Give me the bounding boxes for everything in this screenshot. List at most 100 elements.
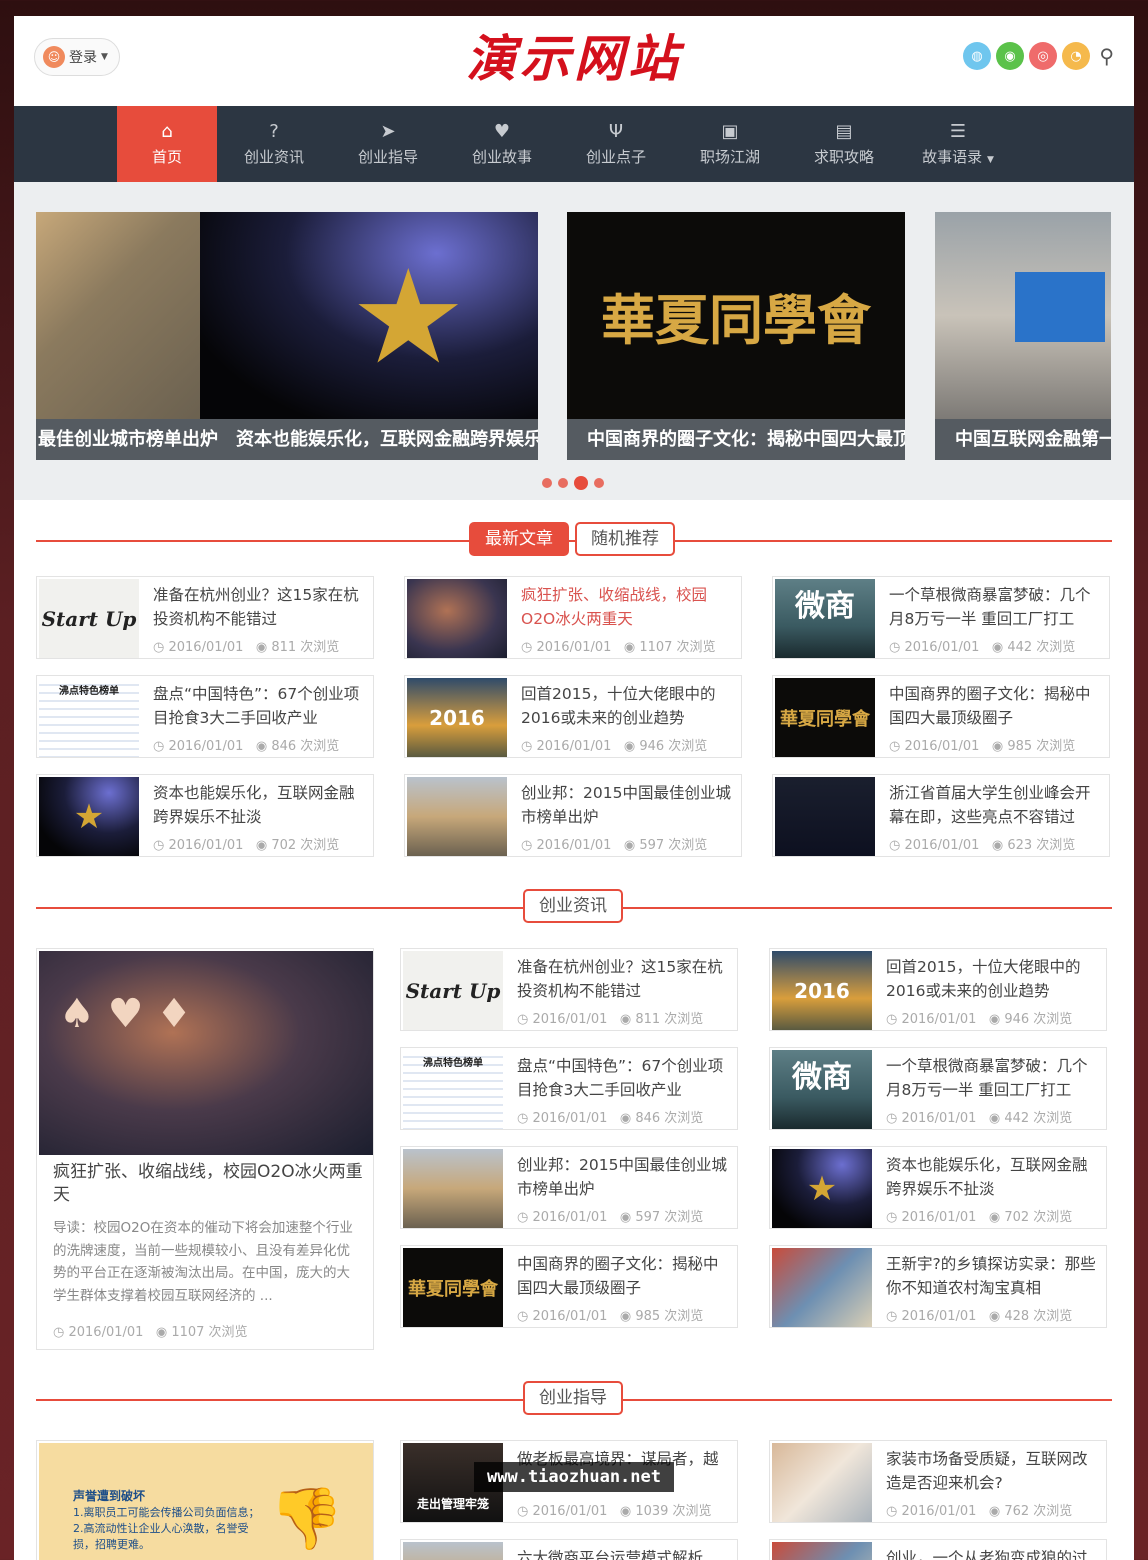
article-card[interactable]: 王新宇?的乡镇探访实录：那些你不知道农村淘宝真相 ◷ 2016/01/01 ◉ 4… <box>769 1245 1107 1328</box>
tab-guide[interactable]: 创业指导 <box>523 1381 623 1415</box>
cup-icon: ▣ <box>721 120 739 142</box>
article-thumb[interactable]: 華夏同學會 <box>403 1248 503 1327</box>
article-card[interactable]: 2016 回首2015，十位大佬眼中的2016或未来的创业趋势 ◷ 2016/01/… <box>769 948 1107 1031</box>
article-card[interactable]: 微商 一个草根微商暴富梦破：几个月8万亏一半 重回工厂打工 ◷ 2016/01/01… <box>769 1047 1107 1130</box>
article-meta: ◷ 2016/01/01 ◉ 1039 次浏览 <box>517 1504 712 1519</box>
article-title[interactable]: 创业邦：2015中国最佳创业城市榜单出炉 <box>521 781 735 829</box>
article-title[interactable]: 疯狂扩张、收缩战线，校园O2O冰火两重天 <box>521 583 735 631</box>
slider-dot[interactable] <box>542 478 552 488</box>
article-title[interactable]: 王新宇?的乡镇探访实录：那些你不知道农村淘宝真相 <box>886 1252 1100 1300</box>
tab-latest[interactable]: 最新文章 <box>469 522 569 556</box>
article-thumb[interactable]: 2016 <box>407 678 507 757</box>
article-title[interactable]: 创业，一个从老狗变成狼的过 <box>886 1546 1100 1560</box>
nav-item-guide[interactable]: ➤ 创业指导 <box>331 106 445 182</box>
article-card[interactable]: 创业，一个从老狗变成狼的过 <box>769 1539 1107 1560</box>
article-title[interactable]: 回首2015，十位大佬眼中的2016或未来的创业趋势 <box>521 682 735 730</box>
nav-item-home[interactable]: ⌂ 首页 <box>117 106 217 182</box>
article-title[interactable]: 中国商界的圈子文化：揭秘中国四大最顶级圈子 <box>889 682 1103 730</box>
article-meta: ◷ 2016/01/01 ◉ 946 次浏览 <box>521 739 708 754</box>
article-card[interactable]: 微商 一个草根微商暴富梦破：几个月8万亏一半 重回工厂打工 ◷ 2016/01/01… <box>772 576 1110 659</box>
article-card[interactable]: 沸点特色榜单 盘点“中国特色”：67个创业项目抢食3大二手回收产业 ◷ 2016/0… <box>36 675 374 758</box>
search-icon[interactable]: ⚲ <box>1099 44 1114 68</box>
article-title[interactable]: 创业邦：2015中国最佳创业城市榜单出炉 <box>517 1153 731 1201</box>
article-card[interactable]: Start Up 准备在杭州创业？这15家在杭投资机构不能错过 ◷ 2016/01/… <box>400 948 738 1031</box>
nav-item-jobs[interactable]: ▤ 求职攻略 <box>787 106 901 182</box>
article-thumb[interactable] <box>772 1443 872 1522</box>
feature-image-text: 声誉遭到破坏 <box>73 1489 146 1503</box>
article-thumb[interactable]: 微商 <box>772 1050 872 1129</box>
article-thumb[interactable]: 2016 <box>772 951 872 1030</box>
login-button[interactable]: ☺ 登录 ▼ <box>34 38 120 76</box>
wechat-icon[interactable]: ◉ <box>996 42 1024 70</box>
article-card[interactable]: ★ 资本也能娱乐化，互联网金融跨界娱乐不扯淡 ◷ 2016/01/01 ◉ 702 … <box>769 1146 1107 1229</box>
article-title[interactable]: 资本也能娱乐化，互联网金融跨界娱乐不扯淡 <box>153 781 367 829</box>
article-thumb[interactable]: ★ <box>772 1149 872 1228</box>
nav-item-workplace[interactable]: ▣ 职场江湖 <box>673 106 787 182</box>
article-title[interactable]: 浙江省首届大学生创业峰会开幕在即，这些亮点不容错过 <box>889 781 1103 829</box>
article-title[interactable]: 准备在杭州创业？这15家在杭投资机构不能错过 <box>517 955 731 1003</box>
article-title[interactable]: 家装市场备受质疑，互联网改造是否迎来机会? <box>886 1447 1100 1495</box>
article-card[interactable]: 创业邦：2015中国最佳创业城市榜单出炉 ◷ 2016/01/01 ◉ 597 次… <box>404 774 742 857</box>
article-title[interactable]: 盘点“中国特色”：67个创业项目抢食3大二手回收产业 <box>517 1054 731 1102</box>
nav-item-quotes[interactable]: ☰ 故事语录 ▼ <box>901 106 1015 182</box>
article-card[interactable]: 沸点特色榜单 盘点“中国特色”：67个创业项目抢食3大二手回收产业 ◷ 2016/0… <box>400 1047 738 1130</box>
article-thumb[interactable] <box>775 777 875 856</box>
slider-dot[interactable] <box>594 478 604 488</box>
guide-feature-card[interactable]: 声誉遭到破坏 1.离职员工可能会传播公司负面信息； 2.高流动性让企业人心涣散，… <box>36 1440 374 1560</box>
article-thumb[interactable] <box>407 579 507 658</box>
article-thumb[interactable]: 沸点特色榜单 <box>403 1050 503 1129</box>
nav-item-news[interactable]: ? 创业资讯 <box>217 106 331 182</box>
qq-icon[interactable]: ◍ <box>963 42 991 70</box>
article-thumb[interactable] <box>772 1248 872 1327</box>
eye-icon: ◉ <box>991 640 1004 655</box>
clock-icon: ◷ <box>889 640 901 655</box>
article-card[interactable]: 浙江省首届大学生创业峰会开幕在即，这些亮点不容错过 ◷ 2016/01/01 ◉ … <box>772 774 1110 857</box>
article-thumb[interactable]: Start Up <box>39 579 139 658</box>
article-title[interactable]: 六大微商平台运营模式解析 <box>517 1546 731 1560</box>
article-thumb[interactable] <box>772 1542 872 1560</box>
article-card[interactable]: 華夏同學會 中国商界的圈子文化：揭秘中国四大最顶级圈子 ◷ 2016/01/01 ◉… <box>772 675 1110 758</box>
article-title[interactable]: 准备在杭州创业？这15家在杭投资机构不能错过 <box>153 583 367 631</box>
eye-icon: ◉ <box>988 1309 1001 1324</box>
site-logo[interactable]: 演示网站 <box>454 24 694 94</box>
article-card[interactable]: ★ 资本也能娱乐化，互联网金融跨界娱乐不扯淡 ◷ 2016/01/01 ◉ 702 … <box>36 774 374 857</box>
article-title[interactable]: 回首2015，十位大佬眼中的2016或未来的创业趋势 <box>886 955 1100 1003</box>
article-title[interactable]: 盘点“中国特色”：67个创业项目抢食3大二手回收产业 <box>153 682 367 730</box>
news-feature-card[interactable]: ♠ ♥ ♦ 疯狂扩张、收缩战线，校园O2O冰火两重天 导读：校园O2O在资本的催… <box>36 948 374 1350</box>
article-thumb[interactable]: 華夏同學會 <box>775 678 875 757</box>
tab-news[interactable]: 创业资讯 <box>523 889 623 923</box>
article-card[interactable]: 疯狂扩张、收缩战线，校园O2O冰火两重天 ◷ 2016/01/01 ◉ 1107 … <box>404 576 742 659</box>
article-meta: ◷ 2016/01/01 ◉ 442 次浏览 <box>889 640 1076 655</box>
article-card[interactable]: 2016 回首2015，十位大佬眼中的2016或未来的创业趋势 ◷ 2016/01/… <box>404 675 742 758</box>
article-thumb[interactable]: 微商 <box>775 579 875 658</box>
slide-2[interactable]: 華夏同學會 中国商界的圈子文化：揭秘中国四大最顶级圈子 <box>567 212 905 460</box>
article-thumb[interactable]: 沸点特色榜单 <box>39 678 139 757</box>
feature-title[interactable]: 疯狂扩张、收缩战线，校园O2O冰火两重天 <box>53 1161 363 1207</box>
article-card[interactable]: 创业邦：2015中国最佳创业城市榜单出炉 ◷ 2016/01/01 ◉ 597 次… <box>400 1146 738 1229</box>
slider-dot[interactable] <box>558 478 568 488</box>
article-thumb[interactable]: ★ <box>39 777 139 856</box>
article-thumb[interactable] <box>407 777 507 856</box>
article-title[interactable]: 中国商界的圈子文化：揭秘中国四大最顶级圈子 <box>517 1252 731 1300</box>
tab-random[interactable]: 随机推荐 <box>575 522 675 556</box>
slider-dot-active[interactable] <box>574 476 588 490</box>
article-title[interactable]: 资本也能娱乐化，互联网金融跨界娱乐不扯淡 <box>886 1153 1100 1201</box>
article-title[interactable]: 一个草根微商暴富梦破：几个月8万亏一半 重回工厂打工 <box>889 583 1103 631</box>
article-card[interactable]: 華夏同學會 中国商界的圈子文化：揭秘中国四大最顶级圈子 ◷ 2016/01/01 ◉… <box>400 1245 738 1328</box>
article-card[interactable]: 六大微商平台运营模式解析 <box>400 1539 738 1560</box>
article-thumb[interactable] <box>403 1542 503 1560</box>
article-card[interactable]: Start Up 准备在杭州创业？这15家在杭投资机构不能错过 ◷ 2016/01/… <box>36 576 374 659</box>
clock-icon: ◷ <box>517 1111 529 1126</box>
nav-item-stories[interactable]: ♥ 创业故事 <box>445 106 559 182</box>
article-meta: ◷ 2016/01/01 ◉ 846 次浏览 <box>517 1111 704 1126</box>
weibo-icon[interactable]: ◎ <box>1029 42 1057 70</box>
article-title[interactable]: 一个草根微商暴富梦破：几个月8万亏一半 重回工厂打工 <box>886 1054 1100 1102</box>
article-thumb[interactable] <box>403 1149 503 1228</box>
rss-icon[interactable]: ◔ <box>1062 42 1090 70</box>
slide-1[interactable]: ★ 最佳创业城市榜单出炉 资本也能娱乐化，互联网金融跨界娱乐不扯淡 <box>36 212 538 460</box>
article-card[interactable]: 家装市场备受质疑，互联网改造是否迎来机会? ◷ 2016/01/01 ◉ 762 … <box>769 1440 1107 1523</box>
slide-3[interactable]: 中国互联网金融第一股 <box>935 212 1111 460</box>
article-thumb[interactable]: Start Up <box>403 951 503 1030</box>
nav-item-ideas[interactable]: Ψ 创业点子 <box>559 106 673 182</box>
eye-icon: ◉ <box>619 1210 632 1225</box>
